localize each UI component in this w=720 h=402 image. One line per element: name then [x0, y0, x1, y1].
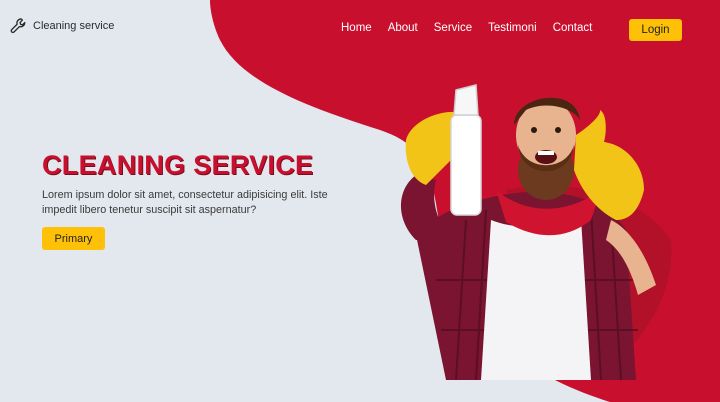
main-nav: Home About Service Testimoni Contact	[341, 22, 592, 34]
nav-about[interactable]: About	[388, 22, 418, 34]
login-button[interactable]: Login	[629, 19, 682, 41]
brand-name: Cleaning service	[33, 20, 115, 32]
wrench-icon	[9, 16, 29, 36]
brand[interactable]: Cleaning service	[9, 16, 114, 36]
nav-home[interactable]: Home	[341, 22, 372, 34]
hero-photo	[401, 84, 672, 381]
nav-contact[interactable]: Contact	[553, 22, 593, 34]
nav-testimoni[interactable]: Testimoni	[488, 22, 537, 34]
primary-button[interactable]: Primary	[42, 227, 105, 250]
nav-service[interactable]: Service	[434, 22, 472, 34]
hero-title: CLEANING SERVICE	[42, 150, 314, 180]
hero-description: Lorem ipsum dolor sit amet, consectetur …	[42, 189, 328, 216]
